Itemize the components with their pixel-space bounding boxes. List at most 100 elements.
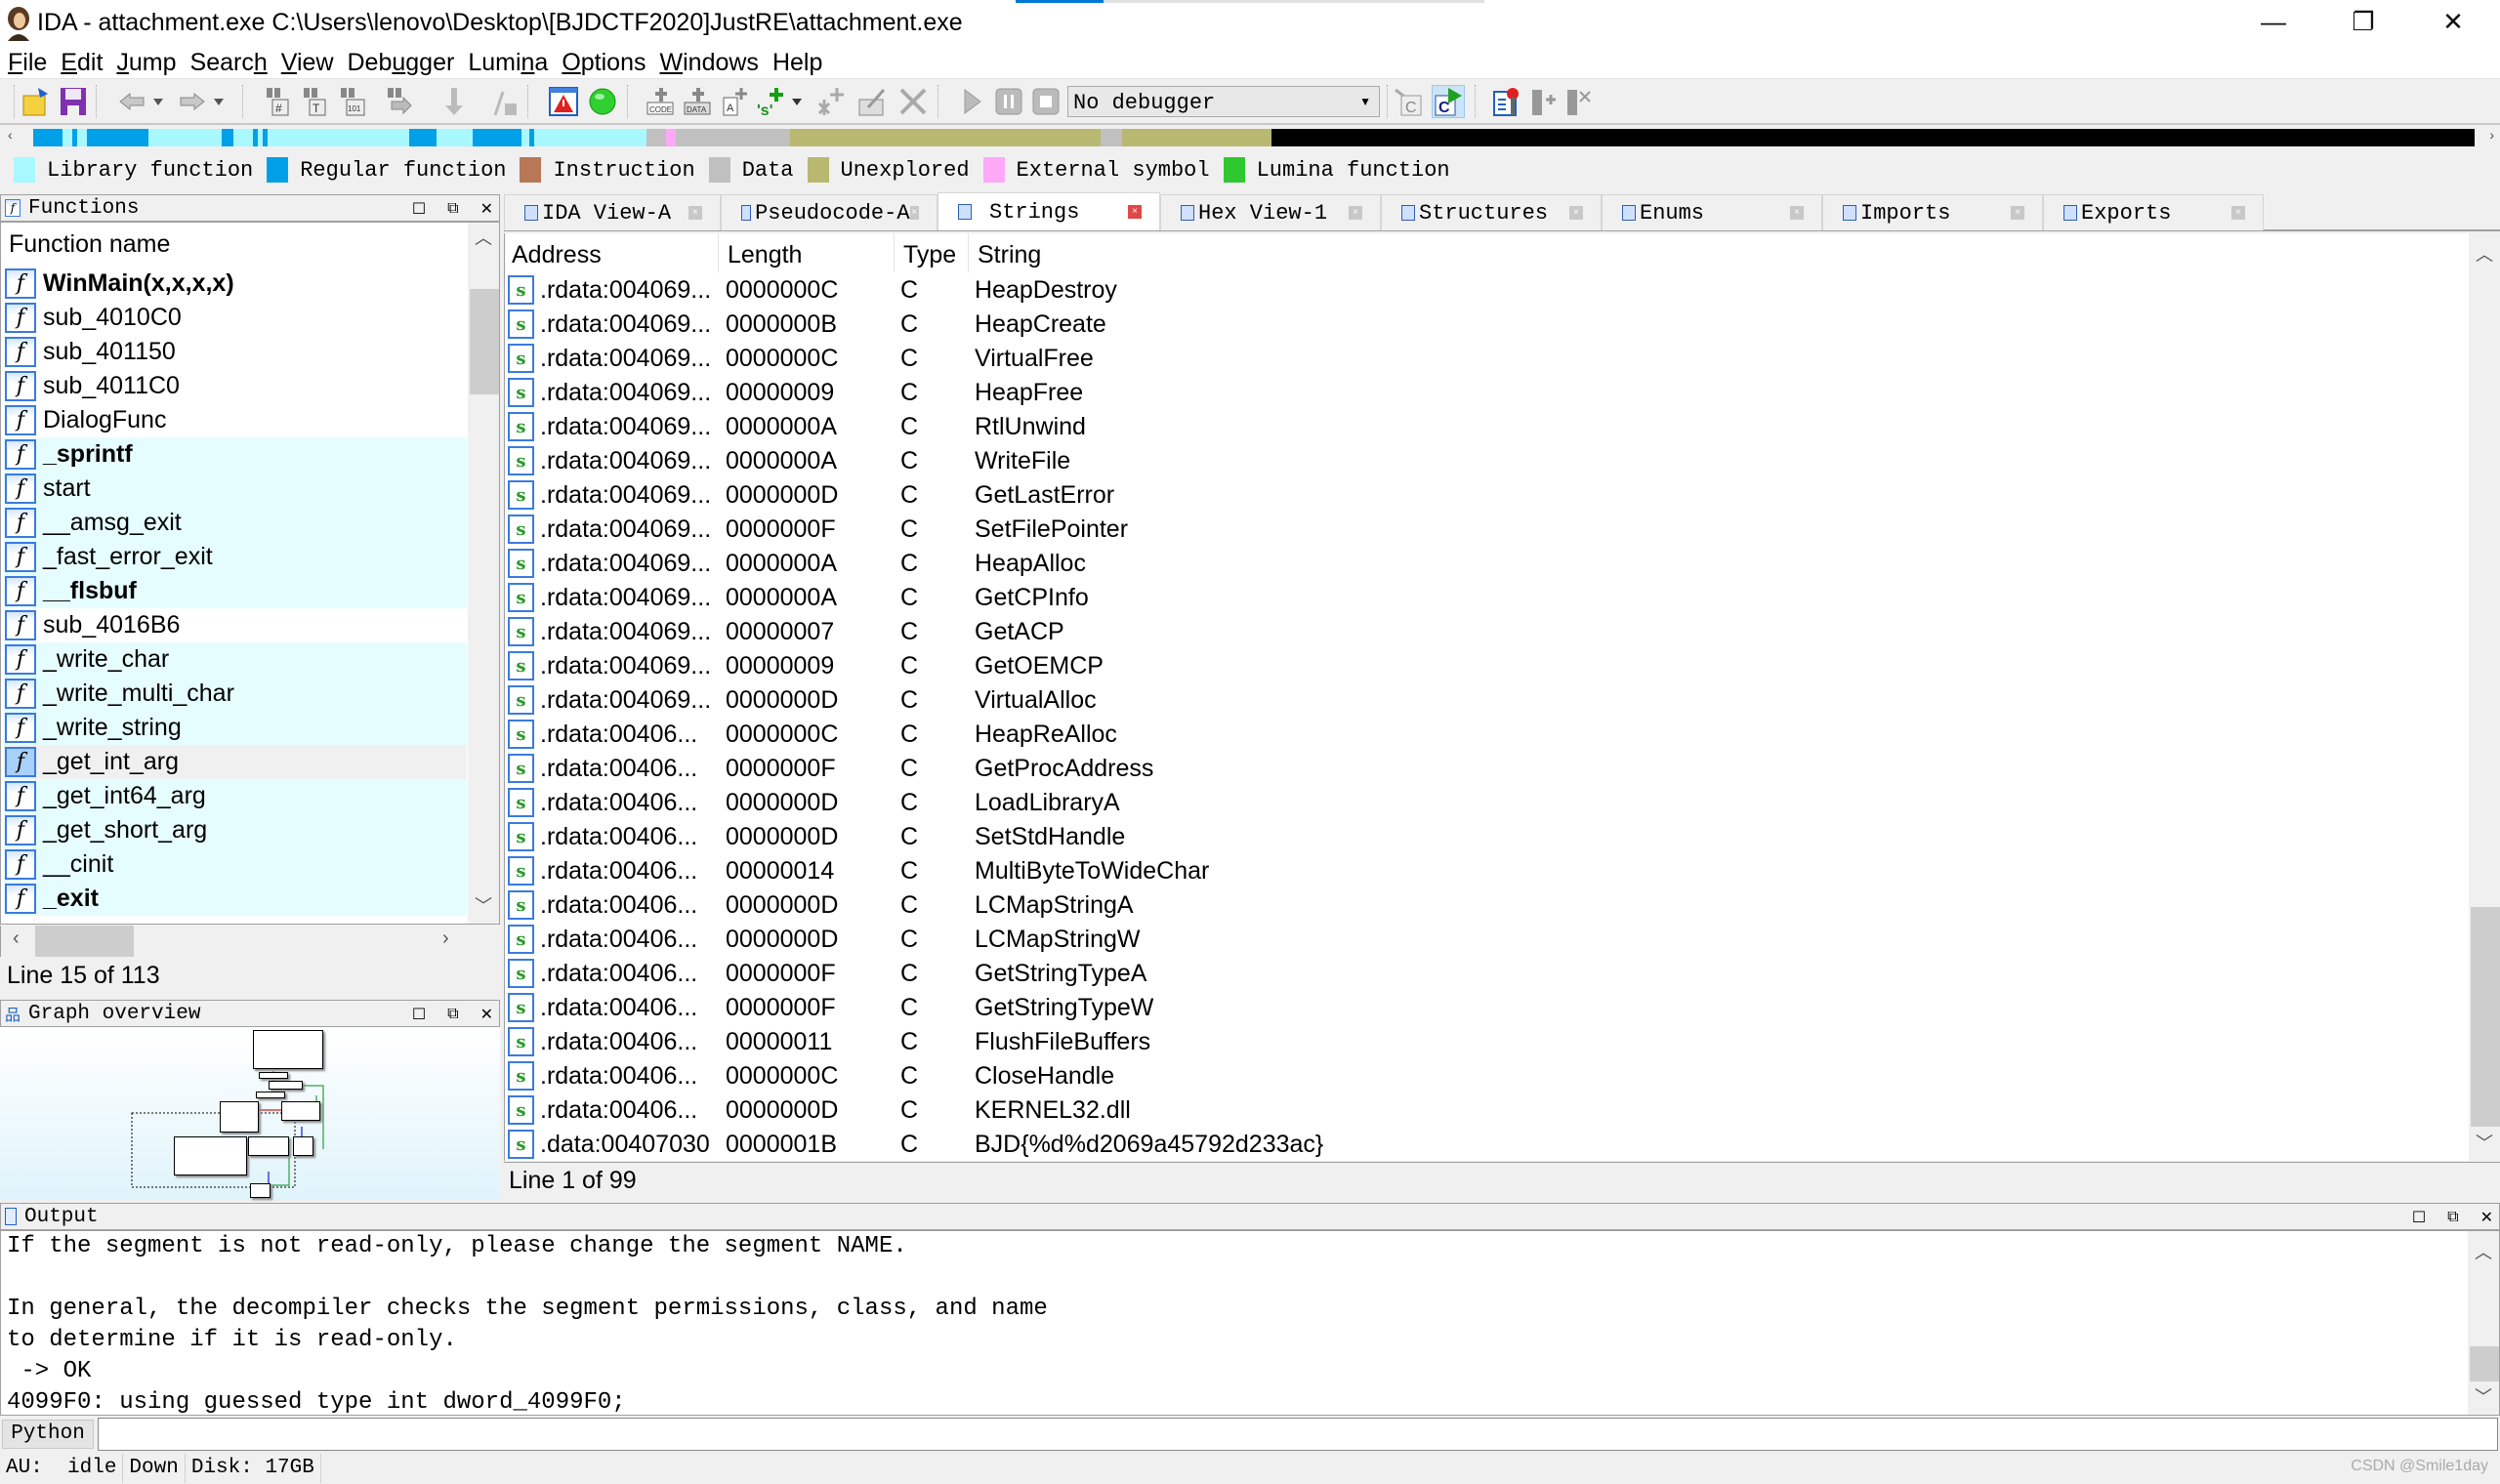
close-tab-icon[interactable]: × [1569, 206, 1583, 220]
search-sequence-icon[interactable]: # [262, 85, 295, 118]
delete-icon[interactable] [896, 85, 930, 118]
string-dropdown-icon[interactable] [787, 85, 807, 118]
scroll-right-icon[interactable]: › [442, 928, 449, 950]
string-row[interactable]: s .rdata:00406... 0000000F C GetProcAddress [508, 752, 2461, 786]
nav-segment-library[interactable] [62, 129, 72, 146]
string-row[interactable]: s .rdata:00406... 0000000D C LCMapStringA [508, 888, 2461, 923]
function-row[interactable]: f __cinit [4, 847, 467, 882]
string-row[interactable]: s .rdata:004069... 0000000D C VirtualAlloc [508, 683, 2461, 718]
graph-node[interactable] [259, 1072, 288, 1079]
function-row[interactable]: f _get_short_arg [4, 813, 467, 847]
column-divider[interactable] [894, 233, 895, 272]
graph-node[interactable] [253, 1030, 323, 1069]
function-row[interactable]: f _write_char [4, 642, 467, 677]
string-row[interactable]: s .data:00407030 0000001B C BJD{%d%d2069a45… [508, 1128, 2461, 1162]
scroll-left-icon[interactable]: ‹ [13, 928, 20, 950]
start-debugger-icon[interactable] [955, 85, 988, 118]
tab-enums[interactable]: Enums × [1602, 194, 1822, 230]
restore-button[interactable]: ❐ [2318, 0, 2408, 43]
tab-ida-view-a[interactable]: IDA View-A × [504, 194, 721, 230]
graph-node[interactable] [174, 1136, 247, 1175]
close-tab-icon[interactable]: × [1790, 206, 1804, 220]
column-header-address[interactable]: Address [512, 241, 602, 269]
menu-lumina[interactable]: Lumina [468, 49, 548, 77]
float-panel-icon[interactable]: ⧉ [447, 1006, 458, 1023]
menu-search[interactable]: Search [190, 49, 268, 77]
forward-dropdown-icon[interactable] [209, 85, 229, 118]
search-next-icon[interactable] [383, 85, 416, 118]
nav-left-arrow-icon[interactable]: ‹ [8, 127, 13, 143]
function-row[interactable]: f sub_401150 [4, 335, 467, 369]
menu-jump[interactable]: Jump [116, 49, 176, 77]
graph-node[interactable] [281, 1101, 320, 1121]
string-row[interactable]: s .rdata:00406... 0000000C C HeapReAlloc [508, 718, 2461, 752]
close-tab-icon[interactable]: × [688, 206, 702, 220]
string-row[interactable]: s .rdata:004069... 0000000B C HeapCreate [508, 308, 2461, 342]
maximize-panel-icon[interactable]: ☐ [412, 1005, 426, 1024]
string-row[interactable]: s .rdata:004069... 0000000C C VirtualFree [508, 342, 2461, 376]
add-breakpoint-icon[interactable] [1525, 85, 1559, 118]
graph-node[interactable] [256, 1092, 285, 1098]
string-row[interactable]: s .rdata:004069... 0000000C C HeapDestroy [508, 273, 2461, 308]
column-divider[interactable] [718, 233, 719, 272]
lock-icon[interactable] [488, 85, 521, 118]
menu-debugger[interactable]: Debugger [348, 49, 455, 77]
navigation-strip[interactable] [33, 129, 2475, 146]
function-row[interactable]: f _get_int_arg [4, 745, 467, 779]
python-language-button[interactable]: Python [2, 1420, 94, 1449]
close-panel-icon[interactable]: ✕ [2480, 1208, 2493, 1227]
python-command-input[interactable] [98, 1418, 2498, 1451]
nav-segment-regular[interactable] [87, 129, 148, 146]
maximize-panel-icon[interactable]: ☐ [2412, 1208, 2426, 1227]
nav-segment-library[interactable] [77, 129, 87, 146]
string-row[interactable]: s .rdata:004069... 00000009 C HeapFree [508, 376, 2461, 410]
c-source-icon[interactable]: C [1393, 85, 1426, 118]
function-row[interactable]: f _fast_error_exit [4, 540, 467, 574]
c-run-icon[interactable]: C [1432, 85, 1465, 118]
edit-icon[interactable] [855, 85, 889, 118]
function-row[interactable]: f _exit [4, 882, 467, 916]
search-direction-status[interactable]: Down [123, 1453, 186, 1483]
string-row[interactable]: s .rdata:00406... 0000000D C LCMapStringW [508, 923, 2461, 957]
make-code-icon[interactable]: CODE [645, 85, 678, 118]
tab-hex-view-1[interactable]: Hex View-1 × [1160, 194, 1381, 230]
create-struct-icon[interactable] [814, 85, 848, 118]
back-dropdown-icon[interactable] [148, 85, 168, 118]
search-immediate-icon[interactable]: 101 [336, 85, 369, 118]
nav-segment-data[interactable] [675, 129, 790, 146]
tab-structures[interactable]: Structures × [1381, 194, 1602, 230]
debugger-select[interactable]: No debugger ▼ [1067, 86, 1380, 117]
close-panel-icon[interactable]: ✕ [480, 199, 493, 219]
tab-imports[interactable]: Imports × [1822, 194, 2043, 230]
minimize-button[interactable]: — [2229, 0, 2318, 43]
jump-down-icon[interactable] [438, 85, 471, 118]
nav-segment-library[interactable] [147, 129, 222, 146]
function-row[interactable]: f start [4, 472, 467, 506]
function-row[interactable]: f WinMain(x,x,x,x) [4, 267, 467, 301]
function-row[interactable]: f sub_4016B6 [4, 608, 467, 642]
function-row[interactable]: f __flsbuf [4, 574, 467, 608]
make-ascii-icon[interactable]: A [719, 85, 752, 118]
menu-edit[interactable]: Edit [61, 49, 103, 77]
column-header-length[interactable]: Length [728, 241, 802, 269]
string-row[interactable]: s .rdata:004069... 0000000A C GetCPInfo [508, 581, 2461, 615]
graph-overview-canvas[interactable] [0, 1027, 500, 1200]
string-row[interactable]: s .rdata:00406... 0000000F C GetStringTypeW [508, 991, 2461, 1025]
pause-debugger-icon[interactable] [992, 85, 1025, 118]
nav-segment-data[interactable] [1100, 129, 1122, 146]
nav-segment-regular[interactable] [33, 129, 62, 146]
scroll-down-icon[interactable]: ﹀ [468, 892, 499, 918]
string-row[interactable]: s .rdata:004069... 00000009 C GetOEMCP [508, 649, 2461, 683]
column-header-string[interactable]: String [978, 241, 1041, 269]
string-row[interactable]: s .rdata:004069... 0000000A C HeapAlloc [508, 547, 2461, 581]
nav-segment-library[interactable] [521, 129, 529, 146]
nav-segment-unexplored[interactable] [790, 129, 1101, 146]
scroll-down-icon[interactable]: ﹀ [2468, 1383, 2499, 1409]
string-row[interactable]: s .rdata:004069... 0000000A C WriteFile [508, 444, 2461, 478]
close-panel-icon[interactable]: ✕ [480, 1005, 493, 1024]
string-row[interactable]: s .rdata:00406... 0000000C C CloseHandle [508, 1059, 2461, 1093]
green-circle-icon[interactable] [586, 85, 619, 118]
scroll-up-icon[interactable]: ︿ [468, 225, 499, 250]
output-log[interactable]: If the segment is not read-only, please … [0, 1230, 2500, 1416]
string-row[interactable]: s .rdata:004069... 0000000D C GetLastError [508, 478, 2461, 513]
